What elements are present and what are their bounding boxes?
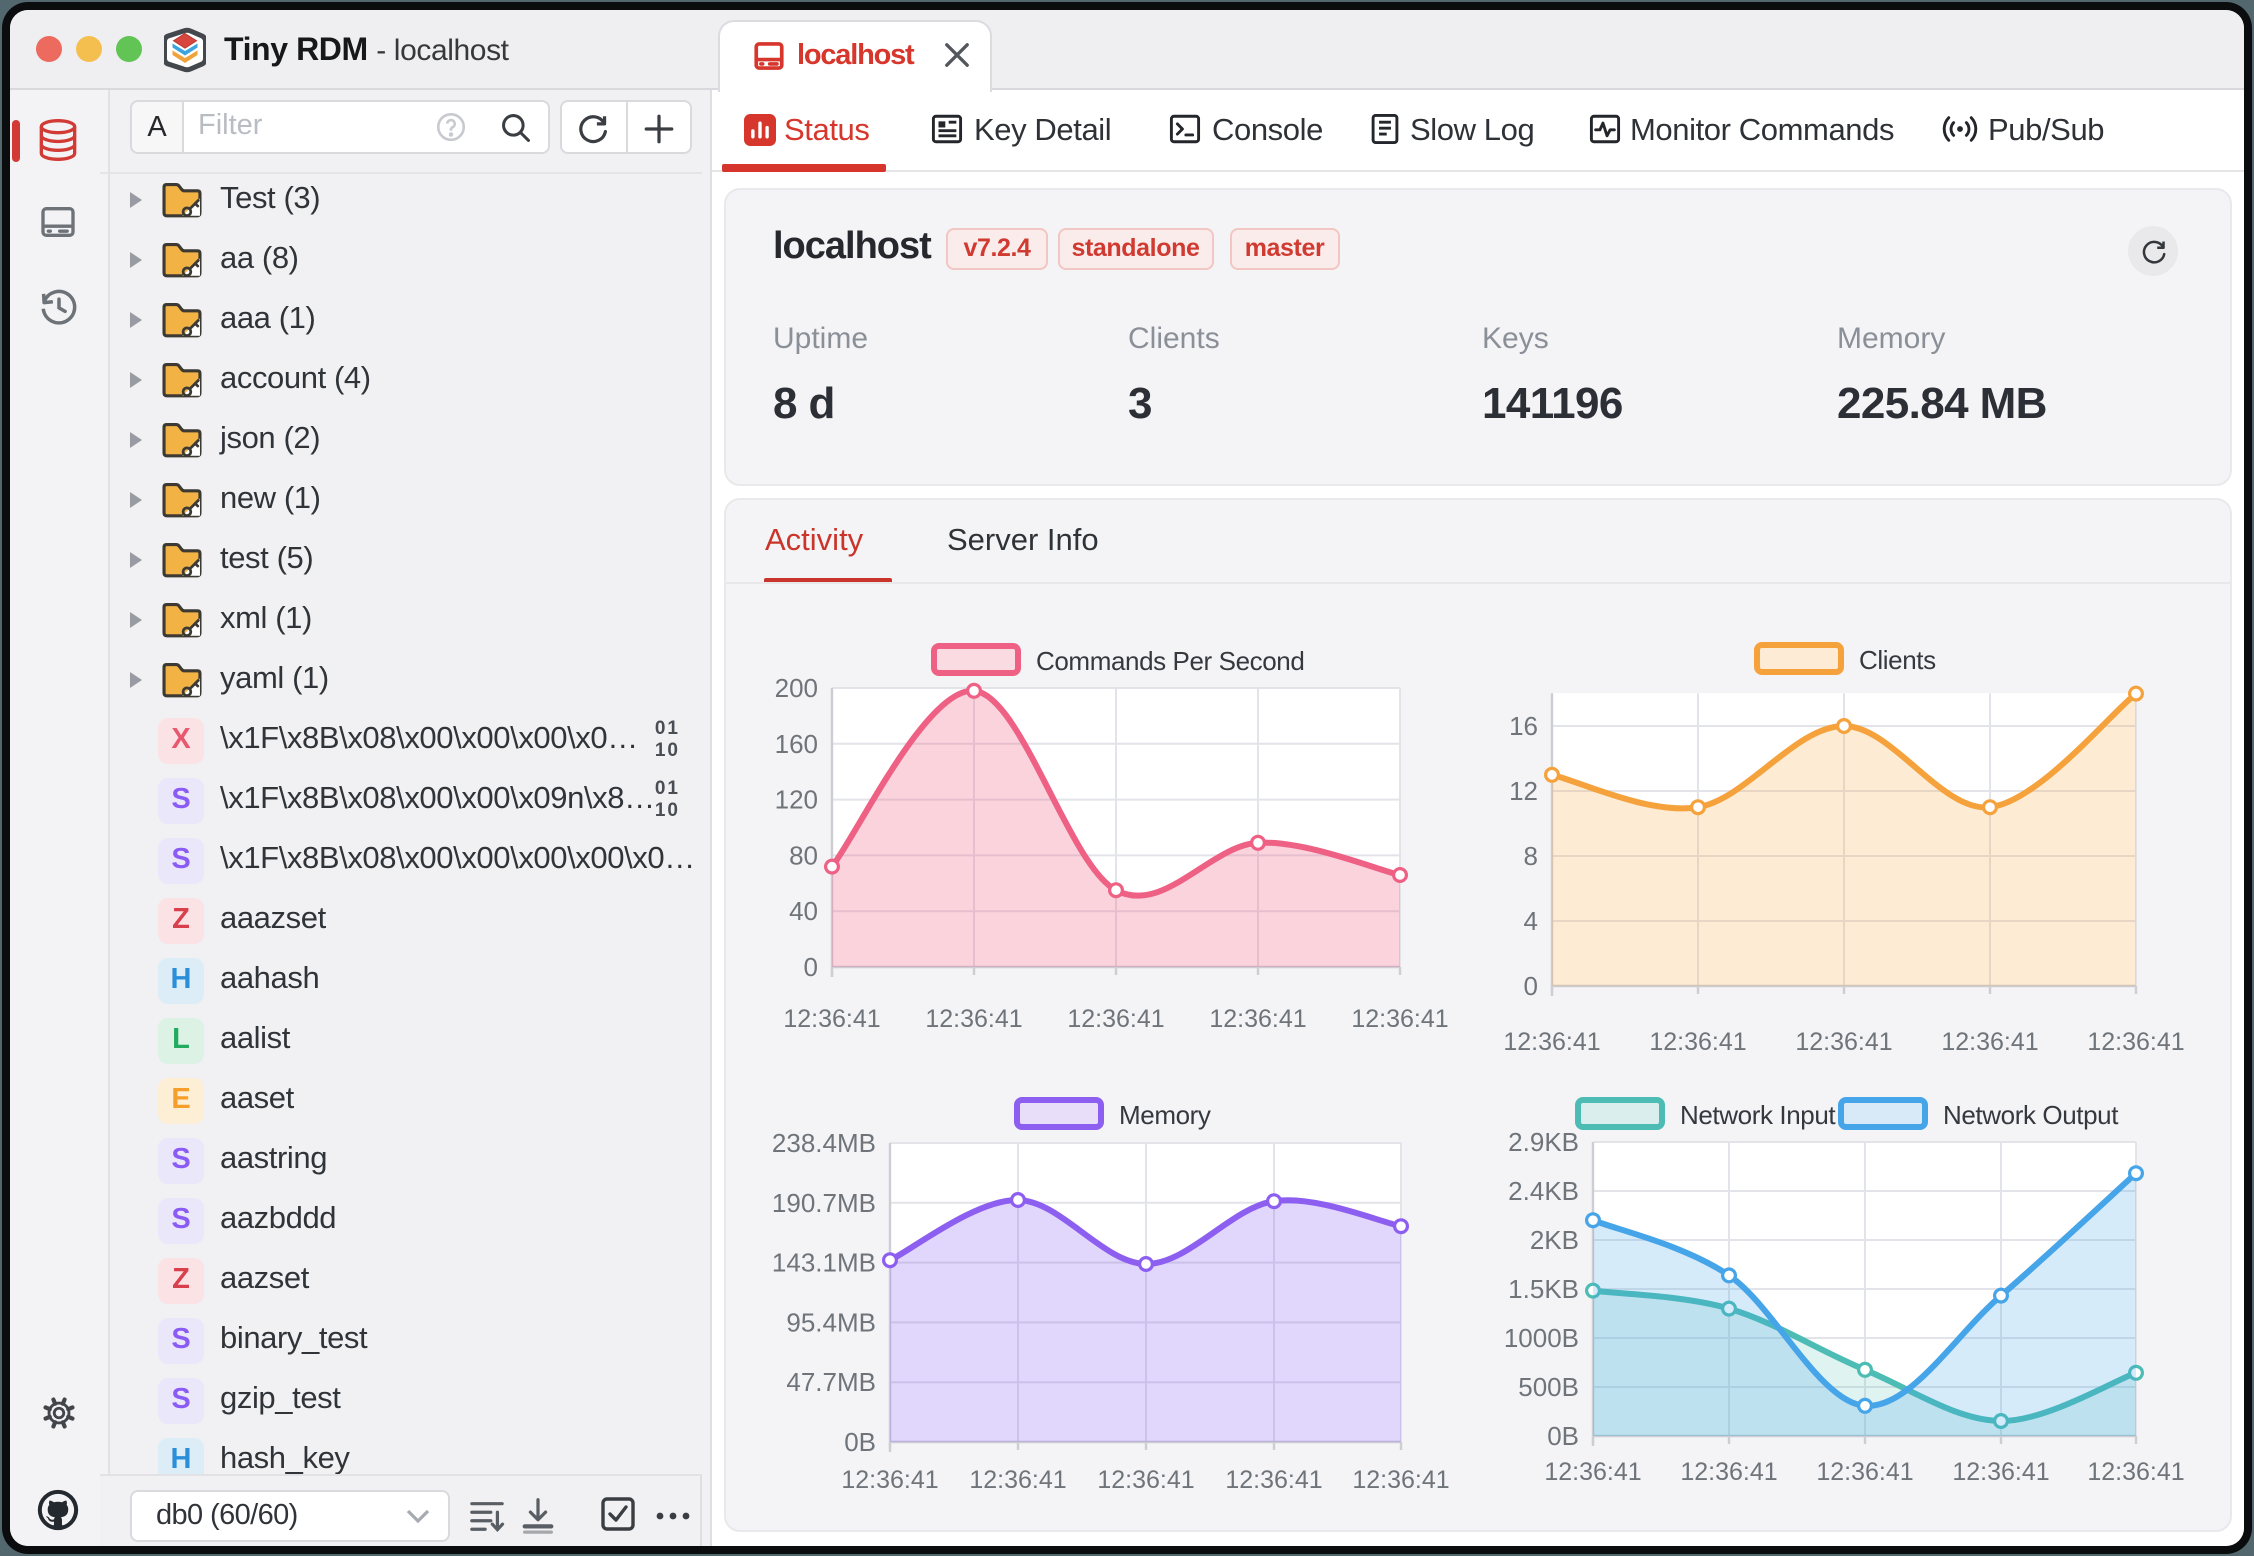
svg-text:0B: 0B	[1547, 1421, 1579, 1451]
svg-text:12:36:41: 12:36:41	[1795, 1028, 1892, 1056]
svg-text:12:36:41: 12:36:41	[1209, 1005, 1306, 1033]
svg-text:1.5KB: 1.5KB	[1508, 1274, 1579, 1304]
svg-text:12:36:41: 12:36:41	[841, 1466, 938, 1494]
svg-text:12: 12	[1509, 776, 1538, 806]
svg-text:12:36:41: 12:36:41	[1225, 1466, 1322, 1494]
svg-text:12:36:41: 12:36:41	[925, 1005, 1022, 1033]
svg-text:238.4MB: 238.4MB	[772, 1128, 876, 1158]
svg-text:12:36:41: 12:36:41	[1680, 1458, 1777, 1486]
svg-text:2.9KB: 2.9KB	[1508, 1127, 1579, 1157]
svg-text:12:36:41: 12:36:41	[2087, 1458, 2184, 1486]
svg-text:1000B: 1000B	[1504, 1323, 1579, 1353]
svg-text:95.4MB: 95.4MB	[786, 1307, 876, 1337]
svg-text:40: 40	[789, 896, 818, 926]
svg-text:12:36:41: 12:36:41	[783, 1005, 880, 1033]
svg-text:12:36:41: 12:36:41	[1952, 1458, 2049, 1486]
svg-text:120: 120	[775, 785, 818, 815]
svg-text:12:36:41: 12:36:41	[969, 1466, 1066, 1494]
svg-text:Memory: Memory	[1119, 1100, 1211, 1130]
svg-text:0: 0	[1524, 971, 1538, 1001]
svg-text:Network Input: Network Input	[1680, 1100, 1836, 1130]
svg-text:160: 160	[775, 729, 818, 759]
svg-text:12:36:41: 12:36:41	[1067, 1005, 1164, 1033]
svg-text:143.1MB: 143.1MB	[772, 1248, 876, 1278]
svg-text:80: 80	[789, 840, 818, 870]
svg-text:0: 0	[804, 952, 818, 982]
svg-text:47.7MB: 47.7MB	[786, 1367, 876, 1397]
svg-text:0B: 0B	[844, 1427, 876, 1457]
svg-text:12:36:41: 12:36:41	[1649, 1028, 1746, 1056]
svg-text:12:36:41: 12:36:41	[1544, 1458, 1641, 1486]
svg-text:12:36:41: 12:36:41	[1816, 1458, 1913, 1486]
svg-text:12:36:41: 12:36:41	[1352, 1466, 1449, 1494]
svg-text:4: 4	[1524, 906, 1538, 936]
svg-text:2KB: 2KB	[1530, 1225, 1579, 1255]
svg-text:8: 8	[1524, 841, 1538, 871]
svg-text:12:36:41: 12:36:41	[2087, 1028, 2184, 1056]
svg-text:12:36:41: 12:36:41	[1097, 1466, 1194, 1494]
svg-text:Commands Per Second: Commands Per Second	[1036, 646, 1304, 676]
svg-text:200: 200	[775, 673, 818, 703]
svg-text:500B: 500B	[1518, 1372, 1579, 1402]
svg-text:Network Output: Network Output	[1943, 1100, 2119, 1130]
svg-text:12:36:41: 12:36:41	[1351, 1005, 1448, 1033]
svg-text:2.4KB: 2.4KB	[1508, 1176, 1579, 1206]
svg-text:12:36:41: 12:36:41	[1941, 1028, 2038, 1056]
svg-text:190.7MB: 190.7MB	[772, 1188, 876, 1218]
svg-text:Clients: Clients	[1859, 645, 1936, 675]
svg-text:12:36:41: 12:36:41	[1503, 1028, 1600, 1056]
svg-text:16: 16	[1509, 711, 1538, 741]
